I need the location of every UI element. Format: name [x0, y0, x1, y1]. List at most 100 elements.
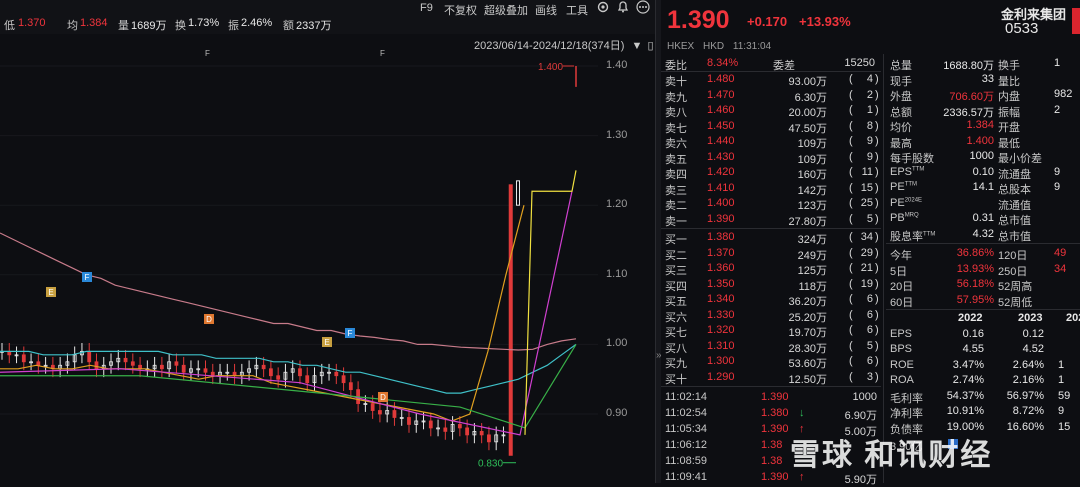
- level-count-open: (: [849, 339, 853, 352]
- last-price: 1.390: [667, 6, 730, 34]
- quote-meta: HKEX HKD 11:31:04: [667, 41, 771, 52]
- more-icon[interactable]: [636, 0, 650, 17]
- breakout-candle: [508, 184, 513, 456]
- metric-value: 3.47%: [952, 358, 984, 371]
- candle-body: [36, 361, 41, 366]
- level-count-open: (: [849, 277, 853, 290]
- bid-row[interactable]: 买四 1.350 118万(19): [661, 277, 881, 293]
- candle-body: [457, 424, 462, 429]
- stat-value: 4.32: [972, 227, 994, 240]
- overlay-button[interactable]: 超级叠加: [484, 2, 528, 18]
- metric-value: 4.52: [1022, 343, 1044, 355]
- ask-row[interactable]: 卖九 1.470 6.30万(2): [661, 88, 881, 104]
- level-count: 29: [860, 246, 873, 259]
- level-count-open: (: [849, 181, 853, 194]
- draw-button[interactable]: 画线: [535, 2, 557, 18]
- level-count-open: (: [849, 246, 853, 259]
- ask-row[interactable]: 卖二 1.400 123万(25): [661, 196, 881, 212]
- level-count-open: (: [849, 119, 853, 132]
- column-divider: [883, 54, 884, 483]
- event-marker-d-text: D: [380, 393, 386, 402]
- level-count: 9: [866, 135, 873, 147]
- level-count: 25: [860, 197, 873, 209]
- ask-row[interactable]: 卖七 1.450 47.50万(8): [661, 119, 881, 135]
- level-count-close: ): [875, 293, 879, 305]
- ask-row[interactable]: 卖五 1.430 109万(9): [661, 150, 881, 166]
- candle-body: [378, 410, 382, 415]
- bid-row[interactable]: 买七 1.320 19.70万(6): [661, 323, 881, 339]
- bid-row[interactable]: 买九 1.300 53.60万(6): [661, 354, 881, 370]
- level-count-close: ): [875, 262, 879, 274]
- level-count: 5: [866, 212, 873, 225]
- level-count: 4: [866, 73, 873, 85]
- f9-button[interactable]: F9: [420, 2, 433, 14]
- metric-value: 16.60%: [1006, 420, 1044, 433]
- level-price: 1.480: [707, 73, 735, 85]
- metric-value: 10.91%: [946, 405, 984, 417]
- amplitude-label: 振: [228, 20, 239, 32]
- stat-label: EPSTTM: [890, 165, 925, 178]
- bid-row[interactable]: 买三 1.360 125万(21): [661, 261, 881, 277]
- stat-row: PE2024E 流通值: [886, 196, 1080, 212]
- trade-row: 11:02:54 1.380 6.90万 ↓: [661, 406, 881, 422]
- year-header: 2022: [958, 312, 983, 324]
- low-label: 低: [4, 20, 15, 32]
- amplitude-value: 2.46%: [241, 17, 273, 29]
- stat-row: 每手股数 1000 最小价差: [886, 149, 1080, 165]
- stat-label-suffix: TTM: [904, 181, 918, 188]
- level-price: 1.440: [707, 135, 735, 147]
- trade-price: 1.38: [761, 455, 783, 467]
- level-count-open: (: [849, 370, 853, 383]
- level-count: 6: [866, 293, 873, 305]
- bid-row[interactable]: 买八 1.310 28.30万(5): [661, 339, 881, 355]
- separator: [661, 386, 881, 387]
- stat-value: 1000: [969, 150, 994, 162]
- candle-body: [159, 364, 164, 370]
- financial-row: ROA 2.74% 2.16% 1: [886, 373, 1080, 389]
- bid-row[interactable]: 买六 1.330 25.20万(6): [661, 308, 881, 324]
- stat-label-suffix: MRQ: [904, 212, 919, 219]
- exchange: HKEX: [667, 41, 695, 52]
- stat-label-suffix: TTM: [923, 230, 936, 237]
- bid-row[interactable]: 买十 1.290 12.50万 (3): [661, 370, 881, 386]
- ask-row[interactable]: 卖三 1.410 142万(15): [661, 181, 881, 197]
- ask-row[interactable]: 卖八 1.460 20.00万(1): [661, 103, 881, 119]
- level-price: 1.460: [707, 104, 735, 116]
- ask-row[interactable]: 卖十 1.480 93.00万(4): [661, 72, 881, 88]
- level-count-close: ): [875, 231, 879, 243]
- level-count-open: (: [849, 197, 853, 209]
- stock-code: 0533: [1005, 20, 1039, 37]
- stat-row: 总量 1688.80万 换手 1: [886, 56, 1080, 72]
- candle-body: [87, 350, 92, 363]
- bid-row[interactable]: 买一 1.380 324万(34): [661, 230, 881, 246]
- level-volume: 12.50万: [788, 373, 827, 386]
- ask-row[interactable]: 卖一 1.390 27.80万 (5): [661, 212, 881, 228]
- level-count: 1: [866, 104, 873, 116]
- bid-row[interactable]: 买五 1.340 36.20万(6): [661, 292, 881, 308]
- trade-price: 1.390: [761, 423, 789, 435]
- bell-icon[interactable]: [616, 0, 630, 17]
- level-count-open: (: [849, 135, 853, 147]
- trade-price: 1.38: [761, 439, 783, 451]
- metric-value: 56.97%: [1006, 389, 1044, 402]
- trade-time: 11:05:34: [665, 423, 708, 435]
- candle-body: [130, 361, 135, 366]
- level-count-open: (: [849, 150, 853, 163]
- bid-row[interactable]: 买二 1.370 249万(29): [661, 246, 881, 262]
- level-price: 1.320: [707, 324, 735, 336]
- adjust-button[interactable]: 不复权: [444, 2, 477, 18]
- stat-row: EPSTTM 0.10 流通盘 9: [886, 165, 1080, 181]
- ask-row[interactable]: 卖四 1.420 160万(11): [661, 165, 881, 181]
- level-price: 1.390: [707, 212, 735, 225]
- ask-row[interactable]: 卖六 1.440 109万(9): [661, 134, 881, 150]
- level-volume: 27.80万: [788, 215, 827, 228]
- level-count: 2: [866, 88, 873, 101]
- candle-body: [392, 410, 397, 418]
- level-price: 1.420: [707, 166, 735, 178]
- tools-button[interactable]: 工具: [566, 2, 588, 18]
- level-count-open: (: [849, 212, 853, 225]
- gear-icon[interactable]: [596, 0, 610, 17]
- level-price: 1.410: [707, 181, 735, 194]
- level-count-close: ): [875, 119, 879, 132]
- price-chart[interactable]: E F D E F D 1.400 0.830 F F: [0, 47, 598, 483]
